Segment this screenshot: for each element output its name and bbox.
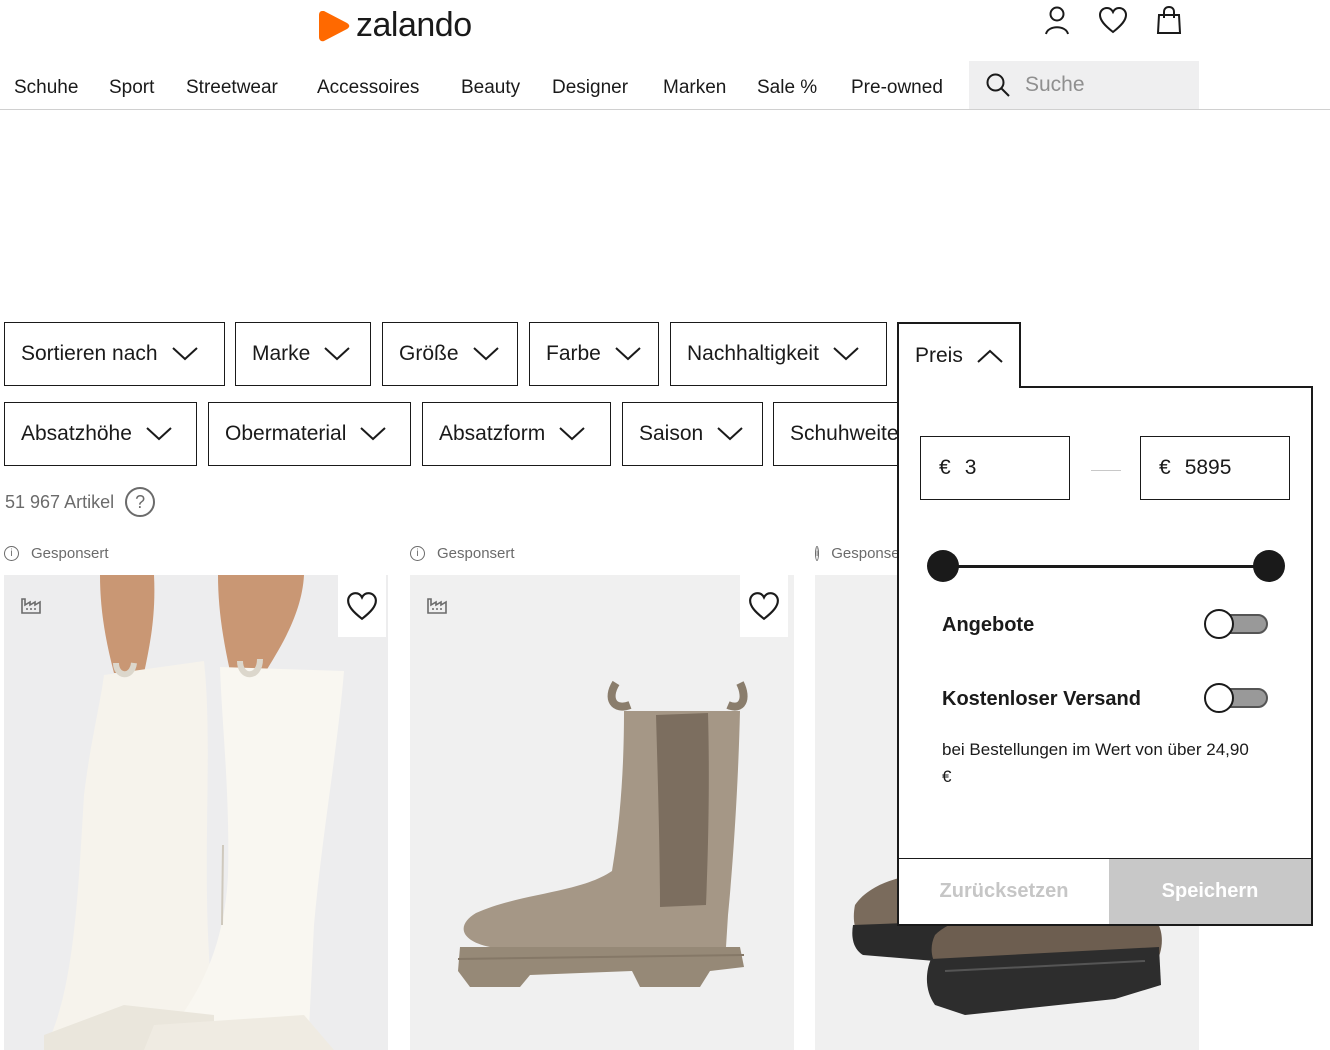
filter-label: Preis <box>915 344 963 367</box>
result-count-text: 51 967 Artikel <box>5 491 115 512</box>
max-price-value[interactable]: 5895 <box>1185 456 1232 480</box>
search-box[interactable] <box>969 61 1199 109</box>
sponsored-label: i Gesponsert <box>410 545 515 562</box>
filter-size[interactable]: Größe <box>382 322 518 386</box>
factory-icon <box>427 598 447 614</box>
wishlist-button[interactable] <box>740 575 788 637</box>
header-actions <box>1040 4 1186 36</box>
filter-upper-material[interactable]: Obermaterial <box>208 402 411 466</box>
nav-item-pre-owned[interactable]: Pre-owned <box>851 77 943 99</box>
filter-label: Nachhaltigkeit <box>687 342 819 365</box>
free-shipping-label: Kostenloser Versand <box>942 688 1141 710</box>
heart-icon[interactable] <box>1096 4 1130 36</box>
panel-actions: Zurücksetzen Speichern <box>899 858 1311 924</box>
price-filter-panel: € 3 € 5895 Angebote Kostenloser Versand … <box>897 386 1313 926</box>
chevron-down-icon <box>171 347 198 361</box>
nav-item-designer[interactable]: Designer <box>552 77 628 99</box>
nav-item-streetwear[interactable]: Streetwear <box>186 77 278 99</box>
filter-label: Sortieren nach <box>21 342 158 365</box>
price-slider-track[interactable] <box>943 565 1269 568</box>
brand-name: zalando <box>356 6 472 44</box>
filter-label: Größe <box>399 342 459 365</box>
min-price-field[interactable]: € 3 <box>920 436 1070 500</box>
filter-color[interactable]: Farbe <box>529 322 659 386</box>
zalando-logo-icon <box>319 10 350 41</box>
bag-icon[interactable] <box>1152 4 1186 36</box>
toggle-thumb <box>1204 683 1234 713</box>
offers-toggle[interactable] <box>1204 609 1268 639</box>
currency-symbol: € <box>939 456 951 479</box>
heart-icon <box>347 592 377 621</box>
heart-icon <box>749 592 779 621</box>
nav-item-accessoires[interactable]: Accessoires <box>317 77 419 99</box>
info-icon[interactable]: i <box>815 546 820 561</box>
product-card[interactable] <box>410 575 794 1050</box>
currency-symbol: € <box>1159 456 1171 479</box>
sponsored-label: i Gesponsert <box>4 545 109 562</box>
chevron-down-icon <box>472 347 499 361</box>
main-navigation: Schuhe Sport Streetwear Accessoires Beau… <box>0 61 1330 110</box>
taupe-chelsea-boot-image <box>410 575 794 1050</box>
free-shipping-note: bei Bestellungen im Wert von über 24,90 … <box>942 740 1249 786</box>
filter-label: Obermaterial <box>225 422 347 445</box>
product-card[interactable] <box>4 575 388 1050</box>
free-shipping-toggle[interactable] <box>1204 683 1268 713</box>
range-separator <box>1091 470 1121 471</box>
max-price-field[interactable]: € 5895 <box>1140 436 1290 500</box>
filter-season[interactable]: Saison <box>622 402 763 466</box>
info-icon[interactable]: i <box>410 546 425 561</box>
price-slider-min-handle[interactable] <box>927 550 959 582</box>
nav-item-beauty[interactable]: Beauty <box>461 77 520 99</box>
save-button[interactable]: Speichern <box>1109 859 1311 924</box>
search-input[interactable] <box>1025 73 1185 97</box>
chevron-down-icon <box>615 347 641 361</box>
factory-icon <box>21 598 41 614</box>
nav-item-sale[interactable]: Sale % <box>757 77 817 99</box>
filter-label: Marke <box>252 342 311 365</box>
help-icon[interactable]: ? <box>125 487 156 517</box>
result-count: 51 967 Artikel ? <box>5 487 156 517</box>
chevron-down-icon <box>559 427 585 441</box>
chevron-down-icon <box>146 427 172 441</box>
filter-label: Absatzhöhe <box>21 422 132 445</box>
chevron-up-icon <box>977 349 1003 363</box>
nav-item-sport[interactable]: Sport <box>109 77 154 99</box>
filter-label: Absatzform <box>439 422 546 445</box>
zalando-logo[interactable]: zalando <box>318 6 472 45</box>
filter-sustainability[interactable]: Nachhaltigkeit <box>670 322 887 386</box>
white-knee-high-boots-image <box>4 575 388 1050</box>
filter-label: Schuhweite <box>790 422 899 445</box>
reset-button[interactable]: Zurücksetzen <box>899 859 1109 924</box>
filter-sort[interactable]: Sortieren nach <box>4 322 225 386</box>
sponsored-label: i Gesponsert <box>815 545 897 562</box>
nav-item-schuhe[interactable]: Schuhe <box>14 77 78 99</box>
search-icon <box>986 73 1010 97</box>
offers-label: Angebote <box>942 614 1035 636</box>
filter-heel-height[interactable]: Absatzhöhe <box>4 402 197 466</box>
toggle-thumb <box>1204 609 1234 639</box>
wishlist-button[interactable] <box>338 575 386 637</box>
chevron-down-icon <box>324 347 351 361</box>
chevron-down-icon <box>360 427 387 441</box>
info-icon[interactable]: i <box>4 546 19 561</box>
filter-label: Saison <box>639 422 704 445</box>
filter-heel-shape[interactable]: Absatzform <box>422 402 611 466</box>
chevron-down-icon <box>833 347 859 361</box>
user-icon[interactable] <box>1040 4 1074 36</box>
filter-label: Farbe <box>546 342 601 365</box>
sponsored-text: Gesponsert <box>437 545 515 562</box>
filter-price[interactable]: Preis <box>897 322 1021 388</box>
min-price-value[interactable]: 3 <box>965 456 977 480</box>
filter-brand[interactable]: Marke <box>235 322 371 386</box>
chevron-down-icon <box>717 427 743 441</box>
sponsored-text: Gesponsert <box>831 545 897 562</box>
price-slider-max-handle[interactable] <box>1253 550 1285 582</box>
sponsored-text: Gesponsert <box>31 545 109 562</box>
nav-item-marken[interactable]: Marken <box>663 77 726 99</box>
